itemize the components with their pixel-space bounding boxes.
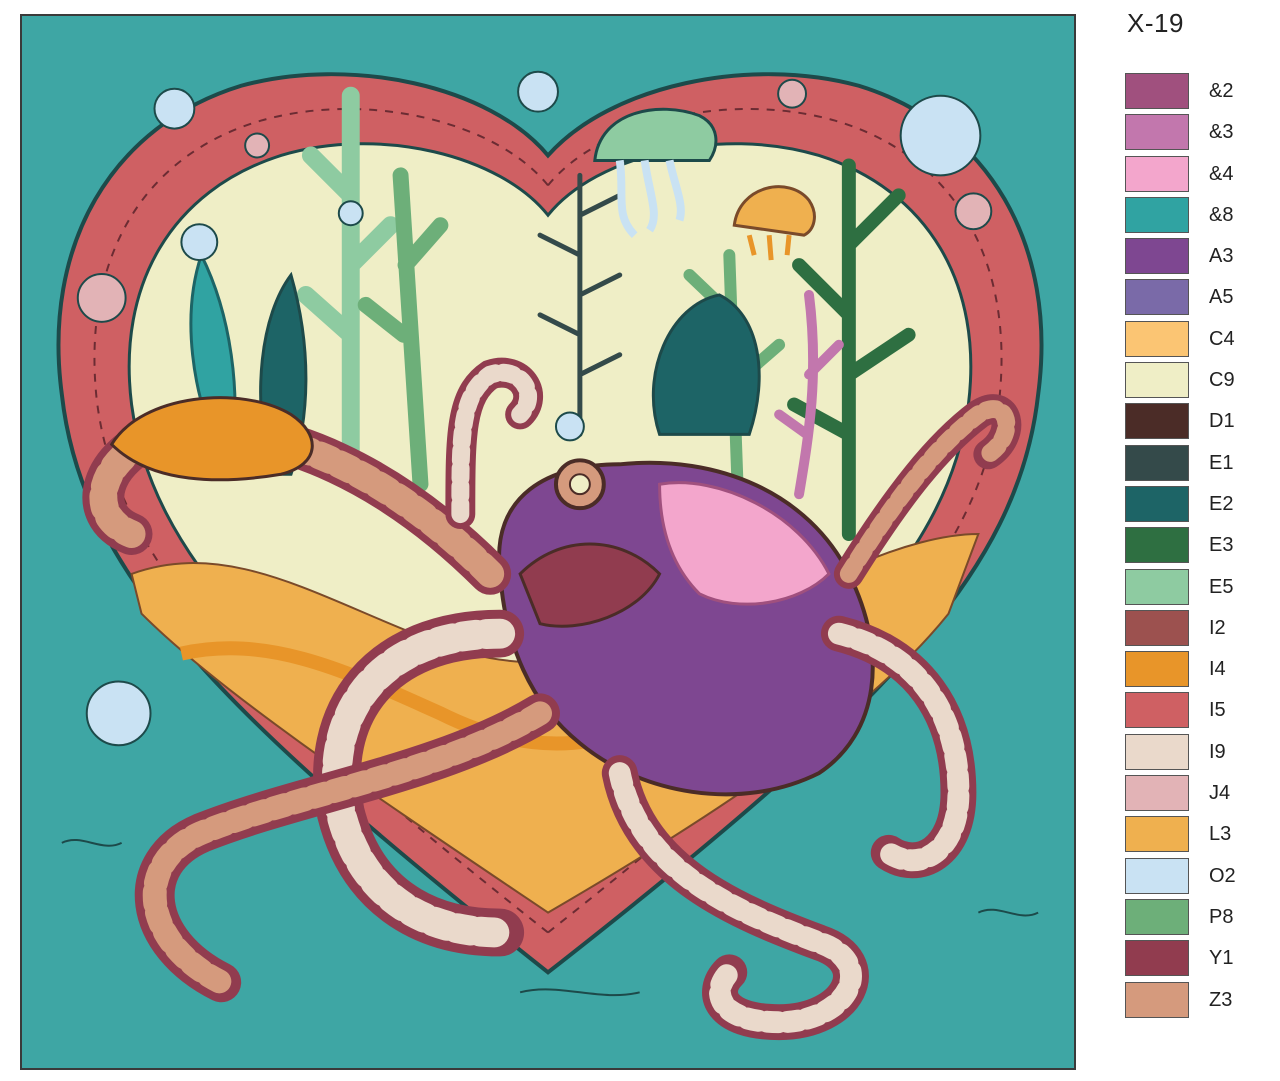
color-swatch bbox=[1125, 238, 1189, 275]
color-swatch bbox=[1125, 362, 1189, 399]
color-code-label: &2 bbox=[1209, 80, 1234, 102]
legend-row: &2 bbox=[1125, 73, 1265, 114]
octopus-artwork-svg bbox=[22, 16, 1074, 1068]
color-code-label: &8 bbox=[1209, 203, 1234, 226]
color-code-label: I5 bbox=[1209, 699, 1226, 722]
color-swatch bbox=[1125, 568, 1189, 605]
color-swatch bbox=[1125, 898, 1189, 935]
color-code-label: I2 bbox=[1209, 616, 1226, 639]
color-code-label: I9 bbox=[1209, 740, 1226, 763]
legend-row: I4 bbox=[1125, 651, 1265, 692]
color-code-label: I4 bbox=[1209, 658, 1226, 681]
color-swatch bbox=[1125, 114, 1189, 151]
legend-row: E3 bbox=[1125, 527, 1265, 568]
color-swatch bbox=[1125, 320, 1189, 357]
color-swatch bbox=[1125, 816, 1189, 853]
color-swatch bbox=[1125, 196, 1189, 233]
legend-row: I5 bbox=[1125, 692, 1265, 733]
color-code-label: E5 bbox=[1209, 575, 1234, 598]
color-swatch bbox=[1125, 857, 1189, 894]
legend-row: E5 bbox=[1125, 568, 1265, 610]
legend-row: Y1 bbox=[1125, 940, 1265, 981]
color-code-label: C9 bbox=[1209, 369, 1235, 392]
legend-row: E2 bbox=[1125, 485, 1265, 527]
octopus-painting bbox=[20, 14, 1076, 1070]
color-code-label: A5 bbox=[1209, 286, 1234, 309]
color-code-label: &4 bbox=[1209, 162, 1234, 185]
color-code-label: D1 bbox=[1209, 410, 1235, 433]
color-swatch bbox=[1125, 403, 1189, 440]
color-swatch bbox=[1125, 444, 1189, 481]
color-swatch bbox=[1125, 485, 1189, 522]
color-swatch bbox=[1125, 981, 1189, 1018]
color-code-label: O2 bbox=[1209, 864, 1236, 887]
color-swatch bbox=[1125, 775, 1189, 812]
color-code-label: L3 bbox=[1209, 823, 1232, 846]
legend-row: Z3 bbox=[1125, 981, 1265, 1023]
legend-row: L3 bbox=[1125, 816, 1265, 857]
color-code-label: &3 bbox=[1209, 121, 1234, 144]
color-swatch bbox=[1125, 733, 1189, 770]
color-swatch bbox=[1125, 527, 1189, 564]
legend-row: &8 bbox=[1125, 196, 1265, 238]
color-legend: &2 &3 &4 &8 A3 A5 C4 C9 D1 E1 E2 E3 E5 I2 I4 I5 I9 J4 L3 O2… bbox=[1125, 73, 1265, 1023]
legend-row: I9 bbox=[1125, 733, 1265, 775]
color-code-label: Y1 bbox=[1209, 947, 1234, 970]
color-swatch bbox=[1125, 73, 1189, 109]
color-swatch bbox=[1125, 651, 1189, 688]
color-code-label: E1 bbox=[1209, 451, 1234, 474]
color-code-label: E2 bbox=[1209, 492, 1234, 515]
color-code-label: P8 bbox=[1209, 905, 1234, 928]
legend-row: O2 bbox=[1125, 857, 1265, 899]
color-swatch bbox=[1125, 940, 1189, 977]
color-swatch bbox=[1125, 692, 1189, 729]
color-swatch bbox=[1125, 279, 1189, 316]
color-code-label: C4 bbox=[1209, 327, 1235, 350]
color-code-label: J4 bbox=[1209, 782, 1231, 805]
color-swatch bbox=[1125, 155, 1189, 192]
legend-row: A5 bbox=[1125, 279, 1265, 320]
legend-row: A3 bbox=[1125, 238, 1265, 279]
legend-row: J4 bbox=[1125, 775, 1265, 816]
legend-row: &3 bbox=[1125, 114, 1265, 155]
legend-row: D1 bbox=[1125, 403, 1265, 444]
legend-row: P8 bbox=[1125, 898, 1265, 940]
legend-row: E1 bbox=[1125, 444, 1265, 486]
kit-code: X-19 bbox=[1127, 8, 1184, 38]
color-code-label: A3 bbox=[1209, 245, 1234, 268]
legend-row: I2 bbox=[1125, 609, 1265, 651]
color-code-label: E3 bbox=[1209, 534, 1234, 557]
legend-row: C9 bbox=[1125, 362, 1265, 403]
color-swatch bbox=[1125, 609, 1189, 646]
color-code-label: Z3 bbox=[1209, 988, 1233, 1011]
legend-row: &4 bbox=[1125, 155, 1265, 197]
legend-row: C4 bbox=[1125, 320, 1265, 362]
